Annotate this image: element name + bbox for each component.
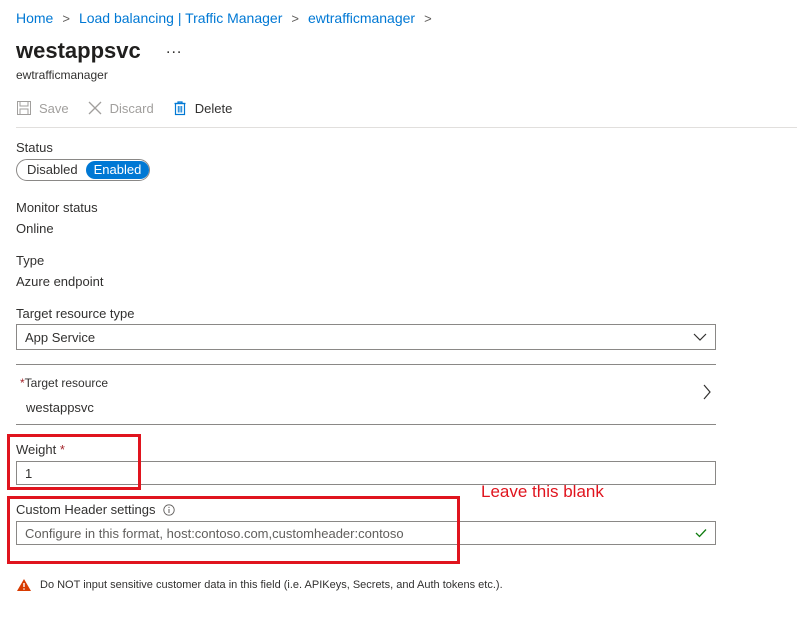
save-button[interactable]: Save bbox=[16, 100, 69, 116]
save-label: Save bbox=[39, 100, 69, 116]
annotation-note: Leave this blank bbox=[481, 482, 604, 501]
type-label: Type bbox=[16, 253, 45, 268]
save-icon bbox=[17, 101, 31, 115]
monitor-status-value: Online bbox=[16, 221, 54, 236]
close-icon bbox=[88, 101, 102, 115]
target-resource-type-label: Target resource type bbox=[16, 306, 135, 321]
trash-icon bbox=[174, 101, 186, 116]
more-options-button[interactable]: ... bbox=[166, 40, 182, 58]
custom-header-highlight-box bbox=[7, 496, 460, 564]
page-title: westappsvc bbox=[16, 38, 141, 63]
warning-message: Do NOT input sensitive customer data in … bbox=[16, 578, 503, 592]
target-resource-value: westappsvc bbox=[26, 400, 94, 415]
target-resource-bottom-border bbox=[16, 424, 716, 425]
target-resource-type-value: App Service bbox=[25, 329, 96, 345]
checkmark-icon bbox=[695, 529, 707, 538]
status-toggle: Disabled Enabled bbox=[16, 159, 150, 181]
status-option-enabled[interactable]: Enabled bbox=[85, 161, 150, 179]
breadcrumb: Home > Load balancing | Traffic Manager … bbox=[16, 10, 441, 26]
discard-label: Discard bbox=[109, 100, 154, 116]
warning-text: Do NOT input sensitive customer data in … bbox=[40, 579, 503, 591]
breadcrumb-separator: > bbox=[62, 10, 70, 26]
type-value: Azure endpoint bbox=[16, 274, 104, 289]
status-label: Status bbox=[16, 140, 53, 155]
toolbar-divider bbox=[16, 127, 797, 128]
chevron-right-icon bbox=[703, 384, 711, 400]
discard-button[interactable]: Discard bbox=[87, 100, 154, 116]
breadcrumb-separator: > bbox=[424, 10, 432, 26]
breadcrumb-separator: > bbox=[291, 10, 299, 26]
target-resource-label-text: Target resource bbox=[24, 376, 109, 390]
warning-icon bbox=[17, 579, 31, 591]
weight-highlight-box bbox=[7, 434, 141, 490]
target-resource-top-border bbox=[16, 364, 716, 365]
page-subtitle: ewtrafficmanager bbox=[16, 68, 108, 82]
target-resource-type-dropdown[interactable]: App Service bbox=[16, 324, 716, 350]
breadcrumb-home[interactable]: Home bbox=[16, 10, 53, 26]
command-bar: Save Discard Delete bbox=[16, 100, 250, 116]
breadcrumb-ewtrafficmanager[interactable]: ewtrafficmanager bbox=[308, 10, 415, 26]
target-resource-picker[interactable] bbox=[702, 384, 712, 405]
target-resource-label: *Target resource bbox=[20, 376, 108, 390]
delete-label: Delete bbox=[194, 100, 233, 116]
delete-button[interactable]: Delete bbox=[172, 100, 233, 116]
chevron-down-icon bbox=[693, 333, 707, 341]
status-option-disabled[interactable]: Disabled bbox=[19, 161, 86, 179]
monitor-status-label: Monitor status bbox=[16, 200, 98, 215]
breadcrumb-load-balancing[interactable]: Load balancing | Traffic Manager bbox=[79, 10, 282, 26]
